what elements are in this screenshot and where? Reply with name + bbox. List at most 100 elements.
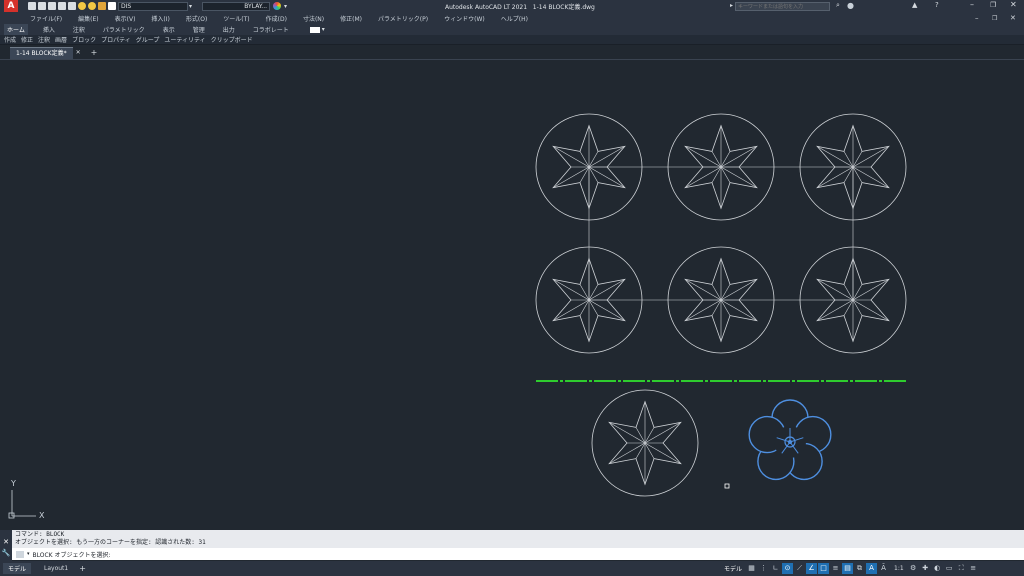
minimize-icon[interactable]: –: [970, 0, 974, 9]
menu-edit[interactable]: 編集(E): [78, 14, 98, 23]
panel-clipboard[interactable]: クリップボード: [211, 35, 253, 44]
object-snap-icon[interactable]: □: [818, 563, 830, 574]
transparency-icon[interactable]: ▤: [842, 563, 854, 574]
ortho-icon[interactable]: ∟: [770, 563, 781, 574]
search-arrow-icon[interactable]: ▸: [730, 2, 733, 9]
ribbon-toggle-arrow-icon[interactable]: ▾: [322, 26, 325, 33]
color-wheel-icon[interactable]: [273, 2, 282, 10]
ribbon-toggle-icon[interactable]: [309, 26, 320, 33]
restore-icon[interactable]: ❐: [990, 1, 996, 9]
app-logo-icon[interactable]: A: [4, 0, 18, 12]
save-icon[interactable]: [48, 2, 56, 10]
star-circle-motif[interactable]: [591, 389, 699, 497]
menu-tools[interactable]: ツール(T): [223, 14, 249, 23]
doc-restore-icon[interactable]: ❐: [992, 15, 997, 22]
print-icon[interactable]: [68, 2, 76, 10]
panel-layers[interactable]: 画層: [55, 35, 67, 44]
sun-icon[interactable]: [88, 2, 96, 10]
drawing-area[interactable]: Y X: [0, 61, 1024, 529]
ucs-x-label: X: [39, 511, 45, 520]
layout-tab-layout1[interactable]: Layout1: [39, 564, 73, 573]
hardware-acceleration-icon[interactable]: ▭: [944, 563, 955, 574]
new-tab-button[interactable]: +: [91, 48, 98, 57]
close-icon[interactable]: ✕: [1010, 0, 1017, 9]
status-toggles: モデル ▦ ⋮ ∟ ⊙ ⟋ ∠ □ ≡ ▤ ⧉ A Ā 1:1 ⚙ ✚ ◐ ▭ …: [724, 563, 980, 574]
command-prompt-icon: [16, 550, 24, 558]
linetype-dropdown[interactable]: BYLAY...: [202, 1, 271, 11]
panel-utilities[interactable]: ユーティリティ: [164, 35, 205, 44]
star-circle-grid[interactable]: [535, 113, 907, 354]
selection-cycling-icon[interactable]: ⧉: [854, 563, 865, 574]
menu-insert[interactable]: 挿入(I): [151, 14, 169, 23]
tab-manage[interactable]: 管理: [190, 24, 208, 35]
panel-annotation[interactable]: 注釈: [38, 35, 50, 44]
flower-block[interactable]: [748, 399, 832, 481]
saveas-icon[interactable]: [58, 2, 66, 10]
search-icon[interactable]: ⌕: [836, 1, 840, 10]
menu-dimension[interactable]: 寸法(N): [303, 14, 324, 23]
gear-icon[interactable]: ⚙: [908, 563, 919, 574]
doc-minimize-icon[interactable]: –: [975, 14, 979, 22]
layout-tab-model[interactable]: モデル: [3, 563, 32, 574]
menu-parametric[interactable]: パラメトリック(P): [378, 14, 428, 23]
plus-icon[interactable]: ✚: [920, 563, 931, 574]
command-customize-icon[interactable]: 🔧: [0, 549, 12, 557]
menu-format[interactable]: 形式(O): [186, 14, 207, 23]
annotation-visibility-icon[interactable]: A: [866, 563, 878, 574]
block-preview-star[interactable]: [591, 389, 699, 497]
panel-groups[interactable]: グループ: [136, 35, 160, 44]
panel-properties[interactable]: プロパティ: [101, 35, 131, 44]
menu-help[interactable]: ヘルプ(H): [501, 14, 528, 23]
cursor-pickbox: [724, 483, 730, 489]
clean-screen-icon[interactable]: ⛶: [956, 563, 967, 574]
command-close-icon[interactable]: ✕: [0, 538, 12, 546]
menu-draw[interactable]: 作成(D): [266, 14, 287, 23]
isolate-objects-icon[interactable]: ◐: [932, 563, 943, 574]
snap-icon[interactable]: ⋮: [758, 563, 769, 574]
status-bar: モデル Layout1 + モデル ▦ ⋮ ∟ ⊙ ⟋ ∠ □ ≡ ▤ ⧉ A …: [0, 561, 1024, 576]
panel-block[interactable]: ブロック: [72, 35, 96, 44]
layer-dropdown[interactable]: DIS: [118, 1, 188, 11]
tab-home[interactable]: ホーム: [4, 24, 28, 35]
new-icon[interactable]: [28, 2, 36, 10]
tab-parametric[interactable]: パラメトリック: [100, 24, 148, 35]
model-space-button[interactable]: モデル: [724, 564, 742, 573]
menu-file[interactable]: ファイル(F): [30, 14, 62, 23]
menu-bar: ファイル(F) 編集(E) 表示(V) 挿入(I) 形式(O) ツール(T) 作…: [0, 12, 1024, 24]
file-tab-active[interactable]: 1-14 BLOCK定義*: [10, 46, 73, 59]
drawing-canvas[interactable]: Y X: [0, 61, 1024, 529]
menu-view[interactable]: 表示(V): [115, 14, 136, 23]
customization-icon[interactable]: ≡: [968, 563, 979, 574]
lineweight-icon[interactable]: ≡: [830, 563, 841, 574]
window-title: Autodesk AutoCAD LT 2021 1-14 BLOCK定義.dw…: [445, 4, 595, 11]
object-snap-tracking-icon[interactable]: ∠: [806, 563, 818, 574]
chevron-down-icon[interactable]: ▾: [189, 3, 192, 10]
close-tab-icon[interactable]: ✕: [76, 49, 81, 56]
add-layout-button[interactable]: +: [79, 564, 86, 573]
customize-icon[interactable]: ▾: [284, 3, 287, 10]
polar-icon[interactable]: ⊙: [782, 563, 794, 574]
search-input[interactable]: [735, 2, 830, 11]
panel-draw[interactable]: 作成: [4, 35, 16, 44]
autodesk-app-icon[interactable]: ▲: [912, 1, 917, 9]
grid-icon[interactable]: ▦: [746, 563, 757, 574]
lock-icon[interactable]: [98, 2, 106, 10]
panel-modify[interactable]: 修正: [21, 35, 33, 44]
user-icon[interactable]: ●: [847, 1, 854, 10]
menu-window[interactable]: ウィンドウ(W): [444, 14, 485, 23]
doc-close-icon[interactable]: ✕: [1010, 14, 1016, 22]
autoscale-icon[interactable]: Ā: [878, 563, 889, 574]
bulb-icon[interactable]: [78, 2, 86, 10]
tab-view[interactable]: 表示: [160, 24, 178, 35]
tab-annotate[interactable]: 注釈: [70, 24, 88, 35]
menu-modify[interactable]: 修正(M): [340, 14, 362, 23]
help-icon[interactable]: ?: [935, 1, 939, 9]
tab-output[interactable]: 出力: [220, 24, 238, 35]
tab-insert[interactable]: 挿入: [40, 24, 58, 35]
chevron-down-icon[interactable]: ▾: [27, 551, 30, 557]
open-icon[interactable]: [38, 2, 46, 10]
annotation-scale[interactable]: 1:1: [894, 565, 904, 572]
tab-collaborate[interactable]: コラボレート: [250, 24, 292, 35]
isodraft-icon[interactable]: ⟋: [794, 563, 805, 574]
command-line[interactable]: ▾ BLOCK オブジェクトを選択:: [12, 548, 1024, 560]
